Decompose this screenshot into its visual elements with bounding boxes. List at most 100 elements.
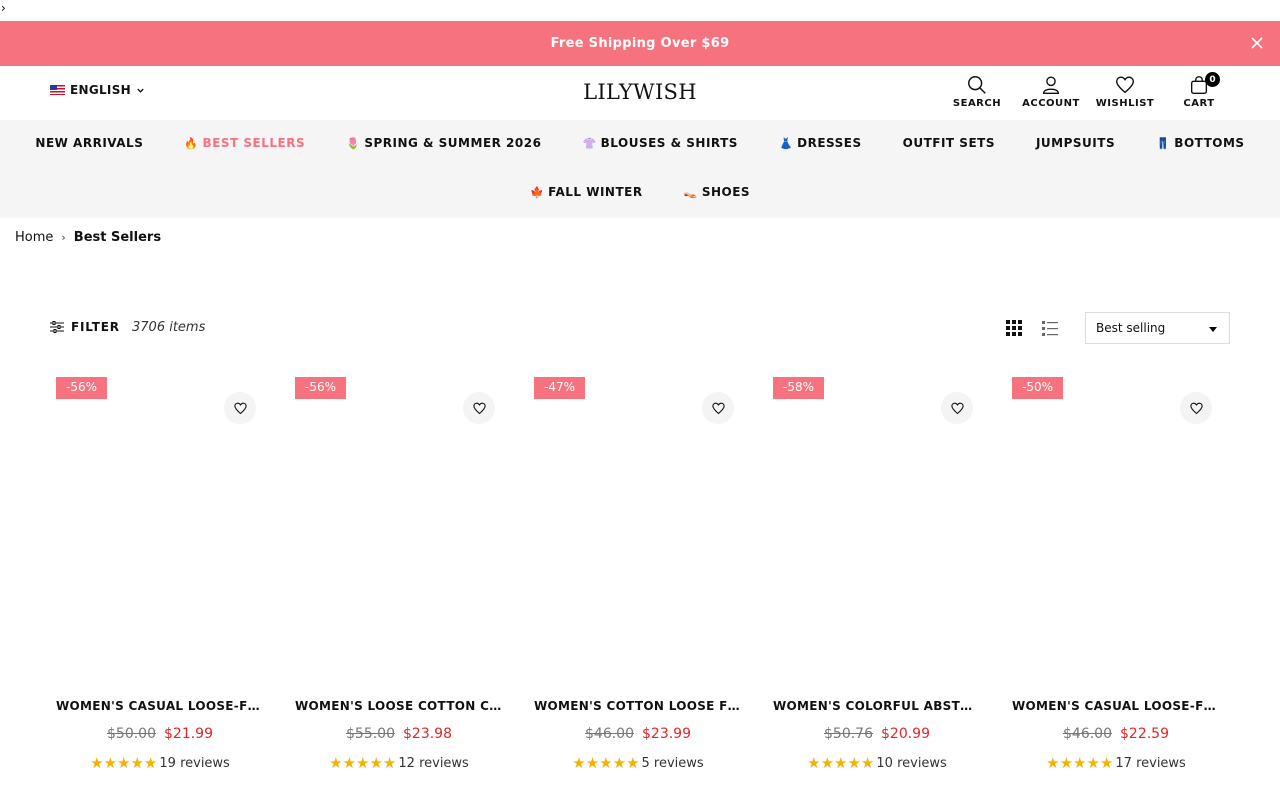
wishlist-toggle[interactable] (1180, 392, 1212, 424)
nav-row-secondary: 🍁 FALL WINTER 👡 SHOES (0, 185, 1280, 199)
cart-button[interactable]: 0 CART (1172, 72, 1226, 109)
sale-price: $20.99 (881, 726, 930, 742)
product-image[interactable] (295, 377, 503, 687)
product-card[interactable]: -47% WOMEN'S COTTON LOOSE FIT 3... $46.0… (534, 377, 742, 777)
maple-leaf-icon: 🍁 (529, 185, 545, 199)
nav-item-label: OUTFIT SETS (902, 136, 995, 150)
nav-item-label: JUMPSUITS (1035, 136, 1116, 150)
sort-value: Best selling (1096, 321, 1166, 335)
search-icon (968, 76, 986, 94)
product-rating: ★★★★★ 10 reviews (773, 754, 981, 772)
sale-price: $23.98 (403, 726, 452, 742)
jeans-icon: 👖 (1156, 136, 1171, 150)
product-card[interactable]: -56% WOMEN'S LOOSE COTTON CRO... $55.00 $… (295, 377, 503, 777)
compare-price: $46.00 (1063, 726, 1112, 742)
nav-item-fall-winter[interactable]: 🍁 FALL WINTER (530, 185, 643, 199)
product-title[interactable]: WOMEN'S CASUAL LOOSE-FIT C... (56, 699, 264, 713)
product-image[interactable] (1012, 377, 1220, 687)
star-rating-icon: ★★★★★ (807, 754, 875, 772)
filter-button[interactable]: FILTER (50, 320, 120, 334)
account-button[interactable]: ACCOUNT (1022, 74, 1079, 109)
heart-icon (1116, 76, 1134, 94)
nav-item-jumpsuits[interactable]: JUMPSUITS (1036, 136, 1115, 150)
heart-icon (950, 402, 964, 414)
wishlist-label: WISHLIST (1095, 98, 1155, 109)
search-button[interactable]: SEARCH (950, 74, 1004, 109)
breadcrumb-current: Best Sellers (73, 230, 162, 245)
wishlist-toggle[interactable] (224, 392, 256, 424)
product-rating: ★★★★★ 12 reviews (295, 754, 503, 772)
announcement-bar: Free Shipping Over $69 (0, 21, 1280, 66)
nav-item-new-arrivals[interactable]: NEW ARRIVALS (35, 136, 143, 150)
site-logo[interactable]: LILYWISH (560, 80, 720, 104)
nav-item-label: BLOUSES & SHIRTS (600, 136, 738, 150)
header-actions: SEARCH ACCOUNT WISHLIST 0 CART (950, 72, 1226, 109)
search-label: SEARCH (952, 98, 1002, 109)
heart-icon (472, 402, 486, 414)
product-title[interactable]: WOMEN'S LOOSE COTTON CRO... (295, 699, 503, 713)
discount-badge: -50% (1012, 377, 1064, 399)
star-rating-icon: ★★★★★ (572, 754, 640, 772)
heart-icon (233, 402, 247, 414)
language-selector[interactable]: ENGLISH (50, 83, 145, 97)
nav-item-label: NEW ARRIVALS (35, 136, 144, 150)
dress-icon: 👗 (778, 136, 794, 150)
nav-item-label: FALL WINTER (548, 185, 643, 199)
wishlist-button[interactable]: WISHLIST (1095, 74, 1155, 109)
site-header: ENGLISH LILYWISH SEARCH ACCOUNT WISHLIST… (0, 66, 1280, 120)
close-icon[interactable] (1248, 34, 1266, 52)
sandal-icon: 👡 (683, 185, 698, 199)
product-grid: -56% WOMEN'S CASUAL LOOSE-FIT C... $50.0… (56, 377, 1220, 777)
nav-item-bottoms[interactable]: 👖 BOTTOMS (1156, 136, 1244, 150)
nav-item-outfit-sets[interactable]: OUTFIT SETS (903, 136, 995, 150)
nav-item-best-sellers[interactable]: 🔥 BEST SELLERS (184, 136, 305, 150)
discount-badge: -58% (773, 377, 825, 399)
user-icon (1042, 76, 1060, 94)
wishlist-toggle[interactable] (463, 392, 495, 424)
view-toggle (1005, 319, 1059, 337)
filter-sliders-icon (50, 321, 64, 333)
review-count: 19 reviews (159, 755, 230, 771)
nav-item-label: BOTTOMS (1174, 136, 1245, 150)
nav-item-blouses-shirts[interactable]: 👚 BLOUSES & SHIRTS (582, 136, 738, 150)
collection-toolbar: FILTER 3706 items Best selling (50, 312, 1230, 344)
product-card[interactable]: -50% WOMEN'S CASUAL LOOSE-FIT C... $46.0… (1012, 377, 1220, 777)
sale-price: $22.59 (1120, 726, 1169, 742)
sale-price: $21.99 (164, 726, 213, 742)
product-image[interactable] (56, 377, 264, 687)
nav-item-dresses[interactable]: 👗 DRESSES (779, 136, 862, 150)
product-card[interactable]: -58% WOMEN'S COLORFUL ABSTRAC... $50.76 $… (773, 377, 981, 777)
wishlist-toggle[interactable] (702, 392, 734, 424)
nav-item-spring-summer[interactable]: 🌷 SPRING & SUMMER 2026 (346, 136, 541, 150)
tulip-icon: 🌷 (346, 136, 361, 150)
review-count: 5 reviews (641, 755, 704, 771)
discount-badge: -56% (56, 377, 108, 399)
product-prices: $50.76 $20.99 (773, 726, 981, 742)
announcement-text: Free Shipping Over $69 (550, 36, 730, 51)
product-title[interactable]: WOMEN'S COLORFUL ABSTRAC... (773, 699, 981, 713)
us-flag-icon (50, 85, 65, 95)
breadcrumb-home-link[interactable]: Home (15, 230, 53, 245)
product-title[interactable]: WOMEN'S CASUAL LOOSE-FIT C... (1012, 699, 1220, 713)
product-card[interactable]: -56% WOMEN'S CASUAL LOOSE-FIT C... $50.0… (56, 377, 264, 777)
review-count: 10 reviews (876, 755, 947, 771)
sale-price: $23.99 (642, 726, 691, 742)
discount-badge: -47% (534, 377, 586, 399)
chevron-down-icon (137, 88, 144, 93)
list-view-icon[interactable] (1041, 319, 1059, 337)
sort-select[interactable]: Best selling (1085, 312, 1230, 344)
breadcrumb-separator: › (61, 231, 66, 244)
breadcrumb: Home › Best Sellers (15, 230, 161, 245)
product-prices: $55.00 $23.98 (295, 726, 503, 742)
nav-item-shoes[interactable]: 👡 SHOES (684, 185, 750, 199)
product-image[interactable] (773, 377, 981, 687)
compare-price: $55.00 (346, 726, 395, 742)
review-count: 12 reviews (398, 755, 469, 771)
grid-view-icon[interactable] (1005, 319, 1023, 337)
wishlist-toggle[interactable] (941, 392, 973, 424)
product-image[interactable] (534, 377, 742, 687)
product-rating: ★★★★★ 17 reviews (1012, 754, 1220, 772)
compare-price: $46.00 (585, 726, 634, 742)
product-title[interactable]: WOMEN'S COTTON LOOSE FIT 3... (534, 699, 742, 713)
heart-icon (711, 402, 725, 414)
